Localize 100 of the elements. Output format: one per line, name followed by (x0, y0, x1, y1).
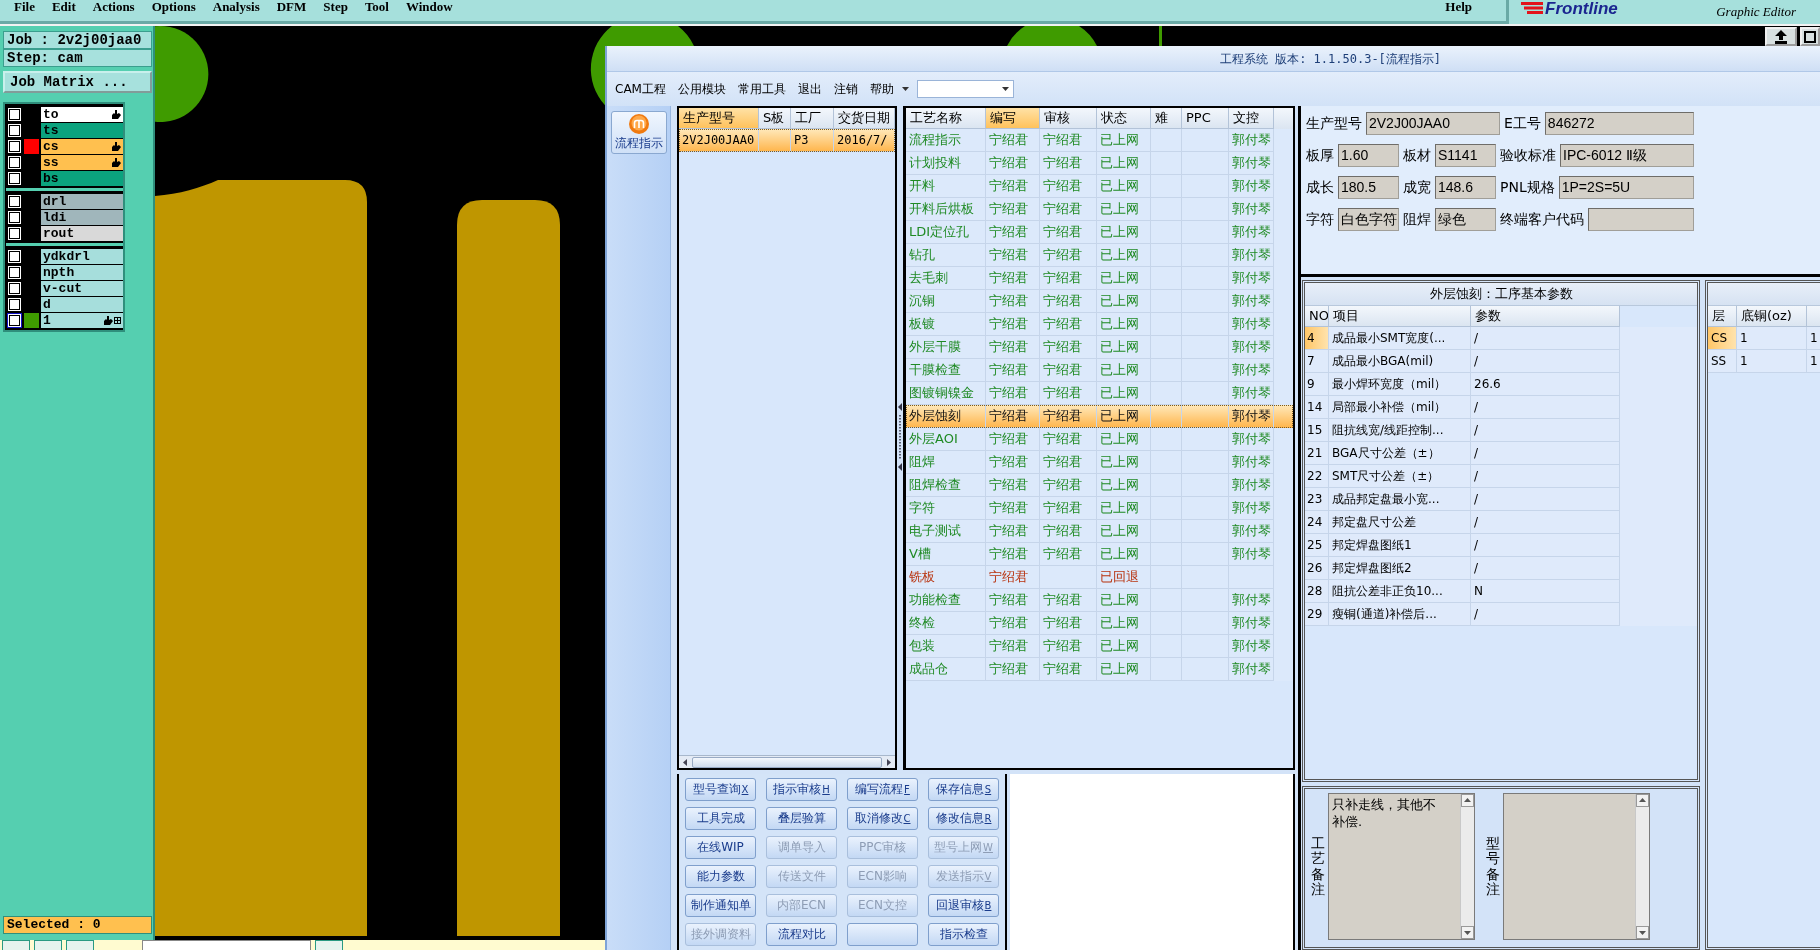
scrollbar[interactable] (679, 755, 895, 768)
action-button[interactable]: 编写流程F (847, 778, 918, 801)
layer-checkbox[interactable] (9, 195, 20, 207)
info-field[interactable]: 180.5 (1338, 176, 1399, 199)
action-button[interactable]: 取消修改C (847, 807, 918, 830)
table-row[interactable]: 图镀铜镍金 宁绍君 宁绍君 已上网 郭付琴 (906, 382, 1293, 405)
splitter-grip[interactable] (897, 403, 903, 471)
action-button[interactable]: 保存信息S (928, 778, 999, 801)
info-field[interactable]: S1141 (1435, 144, 1496, 167)
menu-item[interactable]: CAM工程 (615, 80, 666, 98)
table-row[interactable]: 开料后烘板 宁绍君 宁绍君 已上网 郭付琴 (906, 198, 1293, 221)
column-header[interactable]: 项目 (1329, 306, 1471, 327)
table-row[interactable]: LDI定位孔 宁绍君 宁绍君 已上网 郭付琴 (906, 221, 1293, 244)
table-cell[interactable]: 29 (1305, 603, 1329, 626)
note-field[interactable] (1503, 793, 1650, 940)
layer-name[interactable]: 1 (41, 312, 123, 328)
layer-checkbox[interactable] (9, 108, 20, 120)
info-field[interactable]: 白色字符 (1338, 208, 1399, 231)
table-row[interactable]: 干膜检查 宁绍君 宁绍君 已上网 郭付琴 (906, 359, 1293, 382)
column-header[interactable]: 状态 (1097, 108, 1151, 129)
action-button[interactable]: 制作通知单 (685, 894, 756, 917)
command-field[interactable] (142, 940, 311, 950)
layer-name[interactable]: npth (41, 264, 123, 280)
column-header[interactable]: S板 (759, 108, 791, 129)
menu-item[interactable]: Step (323, 0, 348, 14)
layer-name[interactable]: d (41, 296, 123, 312)
table-row[interactable]: 成品仓 宁绍君 宁绍君 已上网 郭付琴 (906, 658, 1293, 681)
layer-name[interactable]: ldi (41, 209, 123, 225)
menu-item[interactable]: Edit (51, 0, 76, 14)
column-header[interactable]: 层 (1708, 306, 1737, 327)
layer-checkbox[interactable] (9, 211, 20, 223)
column-header[interactable]: 审核 (1040, 108, 1097, 129)
column-header[interactable]: 工艺名称 (906, 108, 986, 129)
table-row[interactable]: 包装 宁绍君 宁绍君 已上网 郭付琴 (906, 635, 1293, 658)
table-row[interactable]: 字符 宁绍君 宁绍君 已上网 郭付琴 (906, 497, 1293, 520)
menu-item[interactable]: Actions (92, 0, 135, 14)
column-header[interactable]: 工厂 (791, 108, 834, 129)
table-row[interactable]: 铣板 宁绍君 已回退 (906, 566, 1293, 589)
action-button[interactable]: 回退审核B (928, 894, 999, 917)
info-field[interactable] (1588, 208, 1694, 231)
info-field[interactable]: IPC-6012 Ⅱ级 (1560, 144, 1694, 167)
action-button[interactable]: 叠层验算 (766, 807, 837, 830)
info-field[interactable]: 2V2J00JAA0 (1366, 112, 1500, 135)
menu-item[interactable]: Window (406, 0, 453, 14)
column-header[interactable]: 底铜(oz) (1737, 306, 1807, 327)
menu-item[interactable]: Help (1445, 0, 1472, 14)
tool-button[interactable] (315, 940, 343, 950)
caret-icon[interactable] (901, 87, 909, 91)
table-row[interactable]: 终检 宁绍君 宁绍君 已上网 郭付琴 (906, 612, 1293, 635)
column-header[interactable]: 参数 (1471, 306, 1620, 327)
dropdown-field[interactable] (916, 80, 1014, 98)
action-button[interactable]: 修改信息R (928, 807, 999, 830)
info-field[interactable]: 846272 (1544, 112, 1694, 135)
table-row[interactable]: 外层AOI 宁绍君 宁绍君 已上网 郭付琴 (906, 428, 1293, 451)
column-header[interactable]: PPC (1182, 108, 1229, 129)
scrollbar-thumb[interactable] (692, 756, 882, 768)
table-row[interactable]: 外层蚀刻 宁绍君 宁绍君 已上网 郭付琴 (906, 405, 1293, 428)
layer-checkbox[interactable] (9, 227, 20, 239)
menu-item[interactable]: DFM (276, 0, 307, 14)
tool-button[interactable] (34, 940, 62, 950)
layer-checkbox[interactable] (9, 172, 20, 184)
note-field[interactable]: 只补走线，其他不补偿. (1328, 793, 1475, 940)
table-row[interactable]: 开料 宁绍君 宁绍君 已上网 郭付琴 (906, 175, 1293, 198)
action-button[interactable]: 指示检查 (928, 923, 999, 946)
table-row[interactable]: 阻焊 宁绍君 宁绍君 已上网 郭付琴 (906, 451, 1293, 474)
menu-item[interactable]: Options (151, 0, 196, 14)
tool-button[interactable] (66, 940, 94, 950)
layer-name[interactable]: ts (41, 122, 123, 138)
column-header[interactable]: 生产型号 (679, 108, 759, 129)
action-button[interactable]: 指示审核H (766, 778, 837, 801)
column-header[interactable]: 交货日期 (834, 108, 895, 129)
layer-checkbox[interactable] (9, 250, 20, 262)
table-row[interactable]: V槽 宁绍君 宁绍君 已上网 郭付琴 (906, 543, 1293, 566)
info-field[interactable]: 1.60 (1338, 144, 1399, 167)
layer-name[interactable]: drl (41, 193, 123, 209)
layer-checkbox[interactable] (9, 156, 20, 168)
action-button[interactable]: 流程对比 (766, 923, 837, 946)
menu-item[interactable]: 公用模块 (677, 80, 726, 98)
table-row[interactable]: 钻孔 宁绍君 宁绍君 已上网 郭付琴 (906, 244, 1293, 267)
table-row[interactable]: 沉铜 宁绍君 宁绍君 已上网 郭付琴 (906, 290, 1293, 313)
layer-name[interactable]: rout (41, 225, 123, 241)
scrollbar[interactable] (1460, 794, 1474, 939)
tool-button[interactable] (2, 940, 30, 950)
process-guide-button[interactable]: 流程指示 (611, 111, 667, 154)
menu-item[interactable]: File (14, 0, 35, 14)
layer-checkbox[interactable] (9, 282, 20, 294)
layer-checkbox[interactable] (9, 266, 20, 278)
toolbar-button[interactable] (1765, 27, 1797, 46)
menu-item[interactable]: 帮助 (869, 80, 894, 98)
toolbar-button[interactable] (1800, 27, 1820, 46)
column-header[interactable]: 编写 (986, 108, 1040, 129)
table-cell[interactable]: SS (1708, 350, 1737, 373)
layer-name[interactable]: ss (41, 154, 123, 170)
table-cell[interactable]: CS (1708, 327, 1737, 350)
info-field[interactable]: 148.6 (1435, 176, 1496, 199)
column-header[interactable]: 文控 (1229, 108, 1274, 129)
table-row[interactable]: 流程指示 宁绍君 宁绍君 已上网 郭付琴 (906, 129, 1293, 152)
layer-name[interactable]: to (41, 106, 123, 122)
table-row[interactable]: 阻焊检查 宁绍君 宁绍君 已上网 郭付琴 (906, 474, 1293, 497)
action-button[interactable]: 在线WIP (685, 836, 756, 859)
